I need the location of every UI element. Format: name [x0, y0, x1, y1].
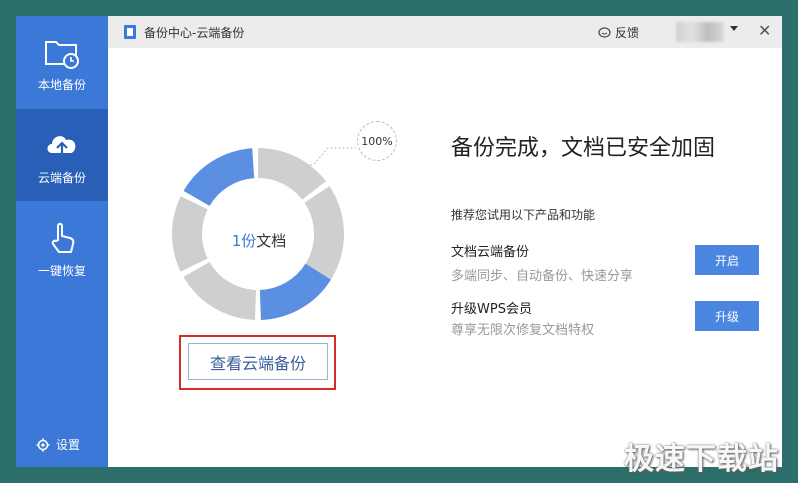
gear-icon [36, 438, 50, 451]
view-cloud-backup-button[interactable]: 查看云端备份 [188, 343, 328, 380]
watermark: 极速下载站 [624, 442, 779, 477]
close-button[interactable]: ✕ [758, 21, 771, 41]
document-suffix: 文档 [256, 232, 287, 250]
settings-label: 设置 [56, 438, 81, 452]
percent-badge: 100% [357, 121, 397, 161]
page-title: 备份完成，文档已安全加固 [451, 136, 716, 161]
feedback-label: 反馈 [615, 26, 640, 40]
chevron-down-icon[interactable] [730, 26, 738, 31]
chat-bubble-icon [598, 26, 611, 38]
percent-callout-line [306, 147, 356, 167]
folder-clock-icon [45, 41, 79, 69]
title-bar: 备份中心-云端备份 反馈 ✕ [108, 16, 782, 48]
feedback-button[interactable]: 反馈 [598, 24, 639, 41]
cloud-upload-icon [47, 136, 76, 157]
enable-button[interactable]: 开启 [695, 245, 759, 275]
sidebar-item-label: 本地备份 [37, 78, 86, 92]
sidebar-item-cloud-backup[interactable]: 云端备份 [16, 109, 108, 201]
sidebar-item-local-backup[interactable]: 本地备份 [16, 16, 108, 108]
donut-center-label: 1份文档 [209, 230, 309, 251]
feature-title-wps-member: 升级WPS会员 [451, 302, 532, 317]
window-title: 备份中心-云端备份 [144, 26, 245, 40]
sidebar-item-restore[interactable]: 一键恢复 [16, 202, 108, 294]
hand-pointer-icon [51, 222, 75, 253]
feature-desc-wps-member: 尊享无限次修复文档特权 [451, 323, 595, 338]
feature-title-cloud-backup: 文档云端备份 [451, 245, 530, 260]
upgrade-button[interactable]: 升级 [695, 301, 759, 331]
sidebar-item-label: 云端备份 [37, 171, 86, 185]
backup-app-icon [124, 25, 136, 39]
recommend-label: 推荐您试用以下产品和功能 [451, 208, 596, 222]
settings-button[interactable]: 设置 [36, 436, 80, 453]
sidebar: 本地备份 云端备份 一键恢复 设置 [16, 16, 108, 467]
document-count: 1份 [231, 232, 257, 250]
feature-desc-cloud-backup: 多端同步、自动备份、快速分享 [451, 269, 634, 284]
sidebar-item-label: 一键恢复 [37, 264, 86, 278]
app-window: 本地备份 云端备份 一键恢复 设置 备份中心-云端备份 反馈 ✕ 100% 1份… [16, 16, 782, 467]
account-avatar[interactable] [676, 22, 724, 42]
